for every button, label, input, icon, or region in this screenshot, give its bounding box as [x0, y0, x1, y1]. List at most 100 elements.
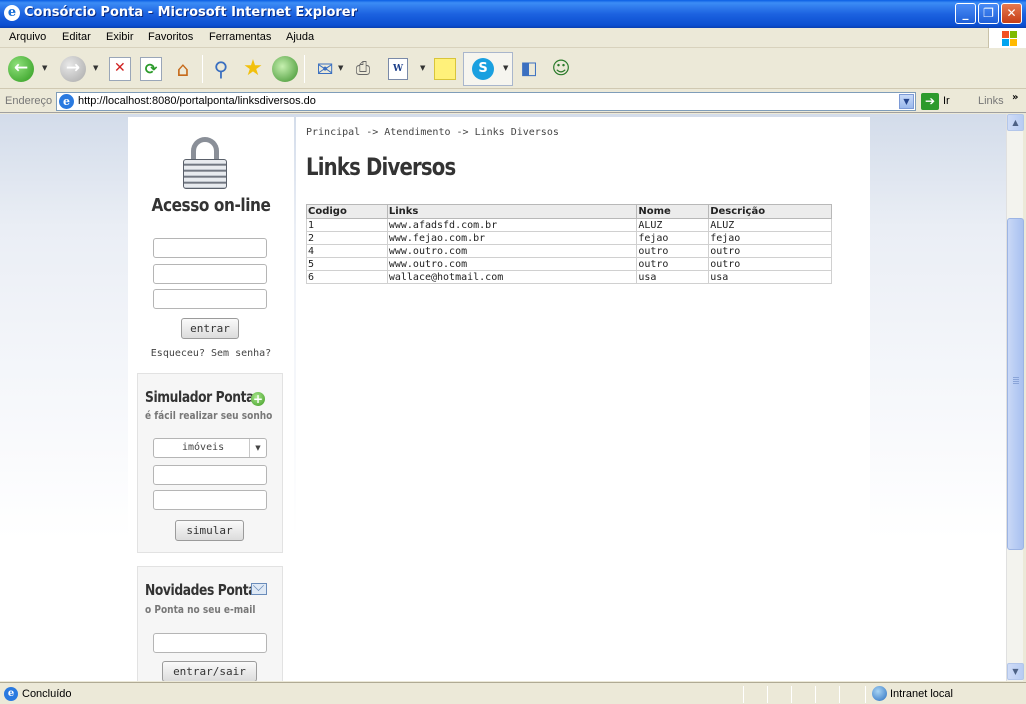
- history-icon[interactable]: [272, 56, 298, 82]
- plus-icon: +: [251, 392, 265, 406]
- minimize-button[interactable]: _: [955, 3, 976, 24]
- search-icon[interactable]: ⚲: [208, 56, 234, 82]
- edit-dropdown-icon[interactable]: ▼: [420, 64, 425, 72]
- simulador-field-1[interactable]: [153, 465, 267, 485]
- table-row: 4 www.outro.com outro outro: [306, 244, 832, 258]
- forward-dropdown-icon[interactable]: ▼: [93, 64, 98, 72]
- newsletter-email-field[interactable]: [153, 633, 267, 653]
- lock-icon: [181, 137, 229, 189]
- column-header: Descrição: [708, 204, 832, 219]
- cell-nome: outro: [636, 257, 710, 271]
- refresh-icon[interactable]: ⟳: [140, 57, 162, 81]
- page-icon: e: [59, 94, 74, 109]
- go-arrow-icon[interactable]: ➔: [921, 93, 939, 110]
- toolbar-separator: [304, 55, 305, 83]
- cell-codigo: 2: [306, 231, 388, 245]
- table-row: 5 www.outro.com outro outro: [306, 257, 832, 271]
- maximize-button[interactable]: ❐: [978, 3, 999, 24]
- scrollbar-thumb[interactable]: [1007, 218, 1024, 550]
- window-title: Consórcio Ponta - Microsoft Internet Exp…: [24, 5, 358, 20]
- menu-favoritos[interactable]: Favoritos: [148, 31, 193, 43]
- cell-descricao: usa: [708, 270, 832, 284]
- menu-exibir[interactable]: Exibir: [106, 31, 134, 43]
- cell-descricao: fejao: [708, 231, 832, 245]
- stop-icon[interactable]: [109, 57, 131, 81]
- column-header: Codigo: [306, 204, 388, 219]
- page-container: Acesso on-line entrar Esqueceu? Sem senh…: [128, 117, 870, 681]
- cell-nome: outro: [636, 244, 710, 258]
- mail-dropdown-icon[interactable]: ▼: [338, 64, 343, 72]
- menu-ferramentas[interactable]: Ferramentas: [209, 31, 271, 43]
- title-bar: e Consórcio Ponta - Microsoft Internet E…: [0, 0, 1026, 28]
- scroll-down-icon[interactable]: ▼: [1007, 663, 1024, 680]
- login-field[interactable]: [153, 238, 267, 258]
- cell-descricao: outro: [708, 244, 832, 258]
- scroll-up-icon[interactable]: ▲: [1007, 114, 1024, 131]
- links-button[interactable]: Links: [978, 95, 1004, 107]
- breadcrumb: Principal -> Atendimento -> Links Divers…: [306, 127, 559, 138]
- entrar-button[interactable]: entrar: [181, 318, 239, 339]
- status-text: Concluído: [22, 688, 72, 700]
- extra-field[interactable]: [153, 289, 267, 309]
- novidades-subtitle: o Ponta no seu e-mail: [145, 603, 256, 616]
- simulador-field-2[interactable]: [153, 490, 267, 510]
- address-input[interactable]: e http://localhost:8080/portalponta/link…: [56, 92, 916, 111]
- simulador-box: Simulador Ponta + é fácil realizar seu s…: [137, 373, 283, 553]
- print-icon[interactable]: ⎙: [350, 56, 376, 82]
- status-separator: [839, 686, 840, 703]
- home-icon[interactable]: ⌂: [170, 56, 196, 82]
- category-select[interactable]: imóveis ▼: [153, 438, 267, 458]
- menu-arquivo[interactable]: Arquivo: [9, 31, 46, 43]
- simular-button[interactable]: simular: [175, 520, 244, 541]
- vertical-scrollbar[interactable]: ▲ ▼: [1006, 114, 1024, 681]
- messenger-icon[interactable]: ☺: [548, 56, 574, 82]
- status-separator: [767, 686, 768, 703]
- word-edit-icon[interactable]: W: [388, 58, 408, 80]
- mail-icon[interactable]: ✉: [312, 56, 338, 82]
- ie-icon: e: [4, 5, 20, 21]
- status-separator: [791, 686, 792, 703]
- entrar-sair-button[interactable]: entrar/sair: [162, 661, 257, 681]
- favorites-star-icon[interactable]: ★: [240, 56, 266, 82]
- intranet-zone-icon: [872, 686, 887, 701]
- skype-dropdown-icon[interactable]: ▼: [503, 64, 508, 72]
- chevron-right-icon[interactable]: »: [1012, 92, 1018, 103]
- cell-codigo: 5: [306, 257, 388, 271]
- menu-bar: Arquivo Editar Exibir Favoritos Ferramen…: [0, 28, 1026, 48]
- security-zone: Intranet local: [890, 688, 953, 700]
- table-row: 2 www.fejao.com.br fejao fejao: [306, 231, 832, 245]
- back-icon[interactable]: ←: [8, 56, 34, 82]
- go-button[interactable]: Ir: [943, 95, 950, 107]
- menu-ajuda[interactable]: Ajuda: [286, 31, 314, 43]
- address-dropdown-icon[interactable]: ▼: [899, 94, 914, 109]
- forward-icon[interactable]: →: [60, 56, 86, 82]
- cell-codigo: 6: [306, 270, 388, 284]
- simulador-title: Simulador Ponta: [145, 388, 255, 406]
- address-url[interactable]: http://localhost:8080/portalponta/linksd…: [78, 95, 316, 107]
- close-button[interactable]: ✕: [1001, 3, 1022, 24]
- cell-codigo: 1: [306, 218, 388, 232]
- novidades-box: Novidades Ponta o Ponta no seu e-mail en…: [137, 566, 283, 681]
- research-icon[interactable]: ◧: [516, 56, 542, 82]
- skype-icon: S: [472, 58, 494, 80]
- cell-link: www.afadsfd.com.br: [386, 218, 638, 232]
- note-icon[interactable]: [434, 58, 456, 80]
- novidades-title: Novidades Ponta: [145, 581, 257, 599]
- links-table: Codigo Links Nome Descrição 1 www.afadsf…: [306, 204, 832, 284]
- status-separator: [865, 686, 866, 703]
- status-separator: [815, 686, 816, 703]
- chevron-down-icon: ▼: [249, 439, 266, 457]
- cell-link: www.outro.com: [386, 257, 638, 271]
- menu-editar[interactable]: Editar: [62, 31, 91, 43]
- back-dropdown-icon[interactable]: ▼: [42, 64, 47, 72]
- password-field[interactable]: [153, 264, 267, 284]
- main-content: Principal -> Atendimento -> Links Divers…: [296, 117, 870, 681]
- acesso-title: Acesso on-line: [151, 195, 271, 216]
- cell-nome: usa: [636, 270, 710, 284]
- page-viewport: Acesso on-line entrar Esqueceu? Sem senh…: [0, 114, 1006, 681]
- forgot-password-link[interactable]: Esqueceu? Sem senha?: [128, 348, 294, 359]
- category-select-value: imóveis: [182, 442, 225, 453]
- cell-nome: ALUZ: [636, 218, 710, 232]
- address-bar: Endereço e http://localhost:8080/portalp…: [0, 90, 1026, 113]
- table-row: 1 www.afadsfd.com.br ALUZ ALUZ: [306, 218, 832, 232]
